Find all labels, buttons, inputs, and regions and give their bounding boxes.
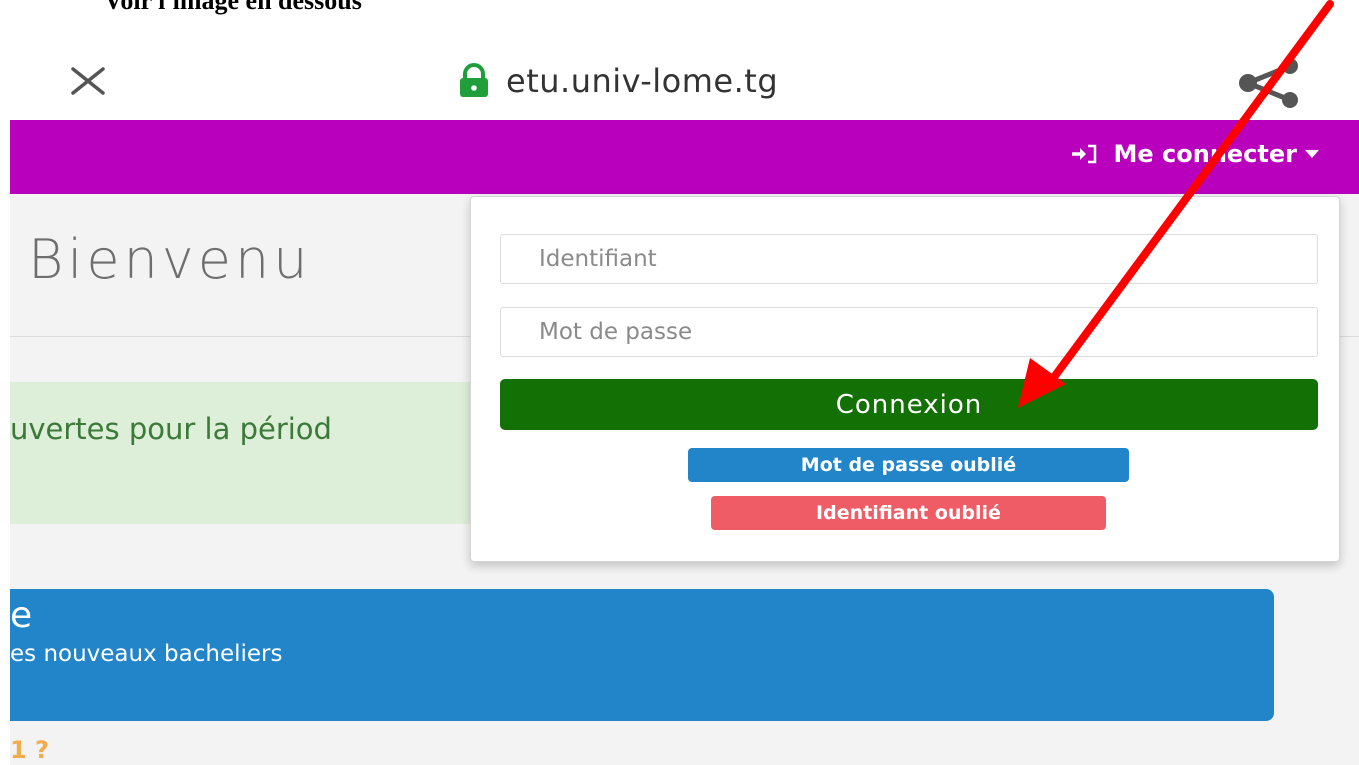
forgot-password-button[interactable]: Mot de passe oublié [688,448,1129,482]
caret-down-icon [1305,150,1319,158]
help-link[interactable]: 1 ? [10,736,49,764]
browser-bar: etu.univ-lome.tg [0,40,1359,120]
page-content: Me connecter Bienvenu uvertes pour la pé… [10,120,1359,765]
share-icon[interactable] [1234,58,1304,108]
lock-icon [460,63,488,97]
success-alert: uvertes pour la périod [10,382,480,524]
login-menu-label: Me connecter [1113,140,1298,168]
connect-button[interactable]: Connexion [500,379,1318,430]
info-panel: e es nouveaux bacheliers [10,589,1274,721]
top-navbar: Me connecter [10,120,1359,194]
identifier-input[interactable] [500,234,1318,284]
info-title: e [10,595,33,636]
close-icon[interactable] [70,66,106,96]
alert-text: uvertes pour la périod [10,412,332,446]
forgot-identifier-button[interactable]: Identifiant oublié [711,496,1106,530]
login-dropdown: Connexion Mot de passe oublié Identifian… [470,196,1340,562]
info-text: es nouveaux bacheliers [10,641,283,667]
sign-in-icon [1071,144,1096,164]
page-title: Bienvenu [28,228,312,291]
password-input[interactable] [500,307,1318,357]
address-bar[interactable]: etu.univ-lome.tg [456,62,778,100]
login-menu-toggle[interactable]: Me connecter [1070,140,1319,168]
caption-text: Voir l'image en dessous [104,0,362,15]
url-text: etu.univ-lome.tg [506,62,779,100]
